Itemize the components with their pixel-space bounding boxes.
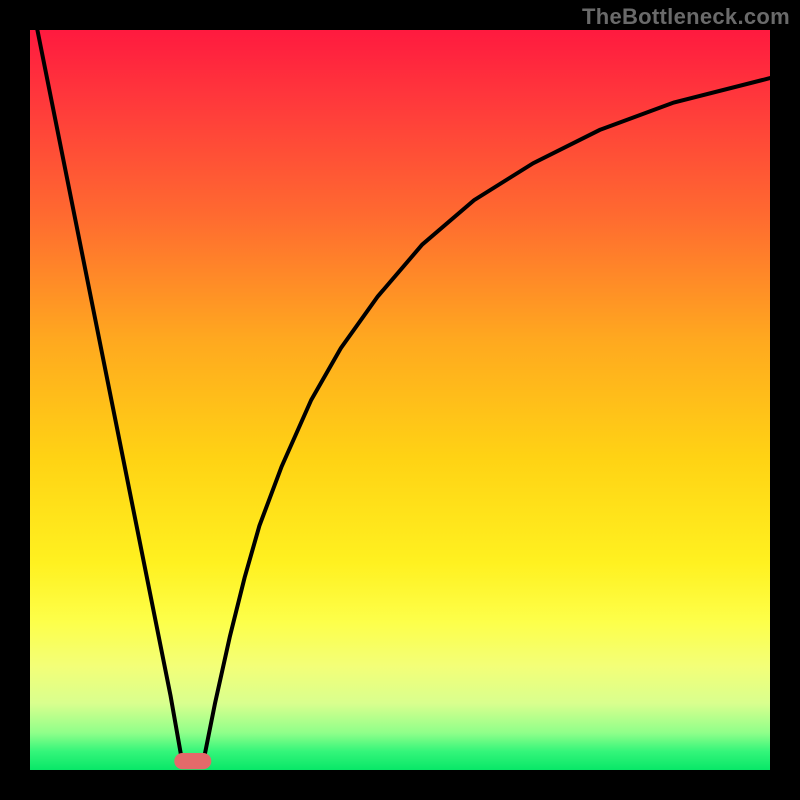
bottleneck-curve-chart — [0, 0, 800, 800]
chart-frame: TheBottleneck.com — [0, 0, 800, 800]
plot-background — [30, 30, 770, 770]
optimal-marker — [174, 753, 211, 769]
